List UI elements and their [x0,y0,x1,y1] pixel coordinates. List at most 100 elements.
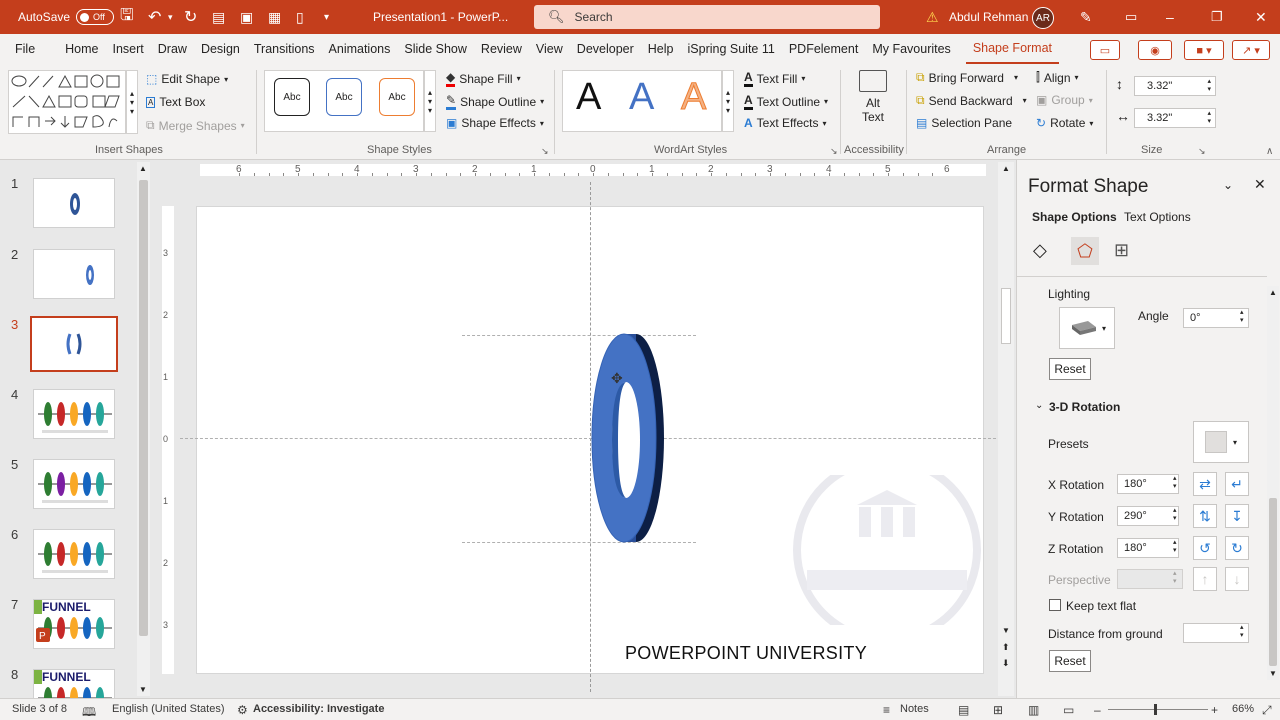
wordart-style-black[interactable]: A [576,76,601,119]
fit-to-window-icon[interactable]: ⤢ [1262,703,1272,718]
z-rotate-counterclockwise-icon[interactable]: ↺ [1193,536,1217,560]
rotation-section-title[interactable]: 3-D Rotation [1049,400,1120,414]
tab-shape-options[interactable]: Shape Options [1032,210,1117,224]
tab-draw[interactable]: Draw [151,34,194,64]
zoom-out-icon[interactable]: – [1094,703,1101,717]
zoom-level[interactable]: 66% [1232,703,1254,715]
size-properties-icon[interactable]: ⊞ [1114,240,1129,261]
text-outline-button[interactable]: A Text Outline ▾ [744,93,828,110]
edit-shape-button[interactable]: ⬚ Edit Shape ▾ [146,72,228,86]
wordart-style-orange[interactable]: A [680,76,706,119]
wordart-style-blue[interactable]: A [629,76,654,119]
tab-ispring-suite-11[interactable]: iSpring Suite 11 [681,34,782,64]
scroll-down-icon[interactable]: ▼ [139,685,147,694]
selection-pane-button[interactable]: ▤ Selection Pane [916,116,1012,130]
thumbnail-scroll-thumb[interactable] [139,180,148,636]
new-slide-icon[interactable]: ▣ [240,0,253,34]
rotate-button[interactable]: ↻ Rotate ▾ [1036,116,1093,130]
tab-insert[interactable]: Insert [106,34,151,64]
undo-icon[interactable]: ↶ [148,0,161,34]
reading-view-icon[interactable]: ▥ [1028,703,1039,717]
save-icon[interactable]: 🖫 [120,0,134,34]
customize-toolbar-icon[interactable]: ▾ [324,0,329,34]
tab-text-options[interactable]: Text Options [1124,210,1191,224]
x-rotation-spinner-icon[interactable]: ▴ ▾ [1173,475,1177,491]
perspective-widen-icon[interactable]: ↓ [1225,567,1249,591]
zoom-in-icon[interactable]: + [1211,703,1218,717]
pane-scroll-down-icon[interactable]: ▼ [1269,669,1277,678]
tab-file[interactable]: File [8,34,42,64]
shape-styles-launcher-icon[interactable]: ↘ [541,146,549,157]
slide-sorter-icon[interactable]: ⊞ [993,703,1003,717]
scroll-up-icon[interactable]: ▲ [139,164,147,173]
next-slide-icon[interactable]: ⬇ [1002,658,1010,669]
slide-thumbnail-2[interactable] [33,249,115,299]
search-box[interactable]: 🔍︎ Search [534,5,880,29]
fill-line-icon[interactable]: ◇ [1033,240,1047,261]
tab-slide-show[interactable]: Slide Show [397,34,474,64]
y-rotate-up-icon[interactable]: ⇅ [1193,504,1217,528]
shape-style-black[interactable]: Abc [274,78,310,116]
slide-thumbnail-3[interactable] [30,316,118,372]
canvas-scrollbar[interactable]: ▲ ▼ ⬆ ⬇ [998,162,1014,696]
tab-developer[interactable]: Developer [570,34,641,64]
tab-pdfelement[interactable]: PDFelement [782,34,865,64]
slide-thumbnail-5[interactable] [33,459,115,509]
user-name[interactable]: Abdul Rehman [949,0,1028,34]
shapes-gallery-scroll[interactable]: ▴ ▾ ▾ [126,70,138,134]
thumbnail-scrollbar[interactable]: ▲ ▼ [137,162,150,696]
rotation-reset-button[interactable]: Reset [1049,650,1091,672]
warning-icon[interactable]: ⚠ [926,0,939,34]
autosave-toggle[interactable]: AutoSave Off [18,0,115,34]
record-button[interactable]: ◉ [1138,40,1172,60]
slide-thumbnail-1[interactable] [33,178,115,228]
open-icon[interactable]: ▦ [268,0,281,34]
rotation-collapse-icon[interactable]: ⌄ [1035,400,1043,411]
ribbon-display-icon[interactable]: ▭ [1125,0,1137,34]
height-spinner-icon[interactable]: ▴ ▾ [1207,78,1211,94]
group-button[interactable]: ▣ Group ▾ [1036,93,1093,107]
shape-outline-button[interactable]: ✎ Shape Outline ▾ [446,93,544,110]
align-button[interactable]: ⫿ Align ▾ [1036,70,1079,85]
tab-my-favourites[interactable]: My Favourites [865,34,958,64]
share-button[interactable]: ↗ ▾ [1232,40,1270,60]
perspective-spinner-icon[interactable]: ▴ ▾ [1173,570,1177,586]
tab-animations[interactable]: Animations [322,34,398,64]
z-rotate-clockwise-icon[interactable]: ↻ [1225,536,1249,560]
tab-shape-format[interactable]: Shape Format [965,34,1060,64]
text-box-button[interactable]: A Text Box [146,95,205,109]
present-teams-button[interactable]: ■ ▾ [1184,40,1224,60]
accessibility-status[interactable]: Accessibility: Investigate [253,703,384,715]
minimize-icon[interactable]: – [1166,0,1174,34]
x-rotate-left-icon[interactable]: ⇄ [1193,472,1217,496]
zoom-slider-thumb[interactable] [1154,704,1157,715]
y-rotation-spinner-icon[interactable]: ▴ ▾ [1173,507,1177,523]
slide-thumbnail-6[interactable] [33,529,115,579]
keep-text-flat-checkbox[interactable] [1049,599,1061,611]
slide-thumbnail-7[interactable]: FUNNEL P [33,599,115,649]
shape-height-input[interactable]: 3.32" ▴ ▾ [1134,76,1216,96]
present-icon[interactable]: ▤ [212,0,225,34]
size-launcher-icon[interactable]: ↘ [1198,146,1206,157]
tab-help[interactable]: Help [641,34,681,64]
wordart-launcher-icon[interactable]: ↘ [830,146,838,157]
z-rotation-spinner-icon[interactable]: ▴ ▾ [1173,539,1177,555]
language-indicator[interactable]: English (United States) [112,703,225,715]
shapes-gallery[interactable] [8,70,126,134]
distance-spinner-icon[interactable]: ▴ ▾ [1240,624,1244,640]
pane-scrollbar[interactable]: ▲ ▼ [1267,286,1279,680]
tab-review[interactable]: Review [474,34,529,64]
canvas-scroll-up-icon[interactable]: ▲ [1002,164,1010,173]
redo-icon[interactable]: ↻ [184,0,197,34]
undo-dropdown-icon[interactable]: ▾ [168,0,173,34]
canvas-scroll-down-icon[interactable]: ▼ [1002,626,1010,635]
shape-effects-button[interactable]: ▣ Shape Effects ▾ [446,116,544,130]
x-rotate-right-icon[interactable]: ↵ [1225,472,1249,496]
close-icon[interactable]: ✕ [1255,0,1267,34]
x-rotation-input[interactable] [1117,474,1179,494]
pen-icon[interactable]: ✎ [1080,0,1092,34]
canvas-scroll-thumb[interactable] [1001,288,1011,344]
effects-icon[interactable]: ⬠ [1071,237,1099,265]
shape-style-blue[interactable]: Abc [326,78,362,116]
collapse-ribbon-icon[interactable]: ∧ [1266,146,1273,157]
